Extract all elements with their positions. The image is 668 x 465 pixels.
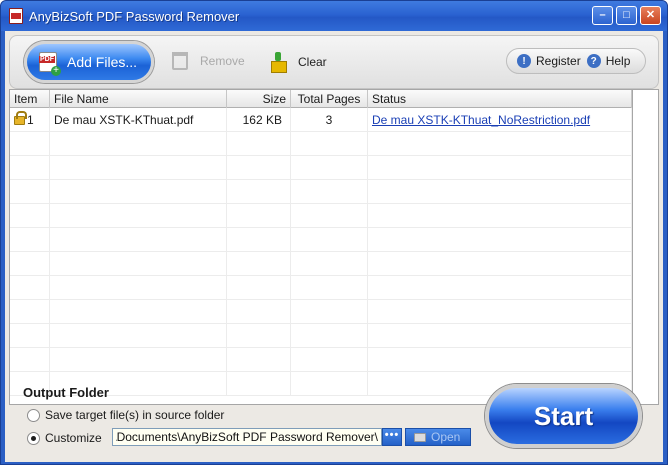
table-row bbox=[10, 132, 632, 156]
file-list[interactable]: Item File Name Size Total Pages Status 1… bbox=[9, 89, 633, 405]
table-row bbox=[10, 252, 632, 276]
vertical-scrollbar[interactable] bbox=[633, 89, 659, 405]
browse-button[interactable]: ••• bbox=[382, 428, 402, 446]
column-header-status[interactable]: Status bbox=[368, 90, 632, 108]
output-folder-panel: Output Folder Save target file(s) in sou… bbox=[9, 377, 659, 457]
trash-icon bbox=[172, 52, 188, 70]
app-window: AnyBizSoft PDF Password Remover – □ ✕ Ad… bbox=[0, 0, 668, 465]
close-button[interactable]: ✕ bbox=[640, 6, 661, 25]
open-folder-button[interactable]: Open bbox=[405, 428, 471, 446]
customize-option[interactable]: Customize bbox=[27, 431, 102, 445]
table-row bbox=[10, 276, 632, 300]
table-row bbox=[10, 228, 632, 252]
customize-label: Customize bbox=[45, 431, 102, 445]
title-bar[interactable]: AnyBizSoft PDF Password Remover – □ ✕ bbox=[1, 1, 667, 31]
clear-label: Clear bbox=[298, 55, 327, 69]
table-row bbox=[10, 300, 632, 324]
column-header-item[interactable]: Item bbox=[10, 90, 50, 108]
remove-label: Remove bbox=[200, 54, 245, 68]
register-help-group: ! Register ? Help bbox=[506, 48, 646, 74]
column-header-size[interactable]: Size bbox=[227, 90, 291, 108]
table-row bbox=[10, 156, 632, 180]
register-link[interactable]: Register bbox=[536, 54, 581, 68]
size-cell: 162 KB bbox=[227, 108, 291, 132]
file-name-cell: De mau XSTK-KThuat.pdf bbox=[50, 108, 227, 132]
item-number: 1 bbox=[27, 113, 34, 127]
output-file-link[interactable]: De mau XSTK-KThuat_NoRestriction.pdf bbox=[372, 113, 590, 127]
add-pdf-icon bbox=[39, 52, 61, 76]
restore-button[interactable]: □ bbox=[616, 6, 637, 25]
help-link[interactable]: Help bbox=[606, 54, 631, 68]
table-row bbox=[10, 348, 632, 372]
add-files-label: Add Files... bbox=[67, 54, 138, 70]
table-row bbox=[10, 180, 632, 204]
table-row[interactable]: 1 De mau XSTK-KThuat.pdf 162 KB 3 De mau… bbox=[10, 108, 632, 132]
unlocked-lock-icon bbox=[14, 111, 27, 125]
table-row bbox=[10, 204, 632, 228]
table-row bbox=[10, 324, 632, 348]
status-cell: De mau XSTK-KThuat_NoRestriction.pdf bbox=[368, 108, 632, 132]
save-in-source-option[interactable]: Save target file(s) in source folder bbox=[27, 408, 224, 422]
output-folder-title: Output Folder bbox=[23, 385, 109, 400]
toolbar: Add Files... Remove Clear ! Register ? H… bbox=[9, 35, 659, 89]
item-cell: 1 bbox=[10, 108, 50, 132]
client-area: Add Files... Remove Clear ! Register ? H… bbox=[5, 31, 663, 462]
output-path-input[interactable] bbox=[112, 428, 382, 446]
file-list-header: Item File Name Size Total Pages Status bbox=[10, 90, 632, 108]
customize-radio[interactable] bbox=[27, 431, 40, 445]
brush-icon bbox=[270, 52, 287, 73]
window-title: AnyBizSoft PDF Password Remover bbox=[29, 8, 240, 24]
open-label: Open bbox=[431, 430, 461, 444]
window-controls: – □ ✕ bbox=[592, 6, 661, 25]
start-button[interactable]: Start bbox=[485, 384, 642, 448]
pdf-app-icon bbox=[9, 8, 23, 24]
column-header-file-name[interactable]: File Name bbox=[50, 90, 227, 108]
info-icon: ! bbox=[517, 54, 531, 68]
clear-button[interactable]: Clear bbox=[270, 52, 327, 73]
remove-button[interactable]: Remove bbox=[172, 52, 245, 70]
folder-icon bbox=[414, 432, 426, 442]
column-header-total-pages[interactable]: Total Pages bbox=[291, 90, 368, 108]
save-in-source-radio[interactable] bbox=[27, 408, 40, 422]
help-icon: ? bbox=[586, 54, 601, 68]
minimize-button[interactable]: – bbox=[592, 6, 613, 25]
add-files-button[interactable]: Add Files... bbox=[24, 41, 154, 83]
save-in-source-label: Save target file(s) in source folder bbox=[45, 408, 225, 422]
total-pages-cell: 3 bbox=[291, 108, 368, 132]
